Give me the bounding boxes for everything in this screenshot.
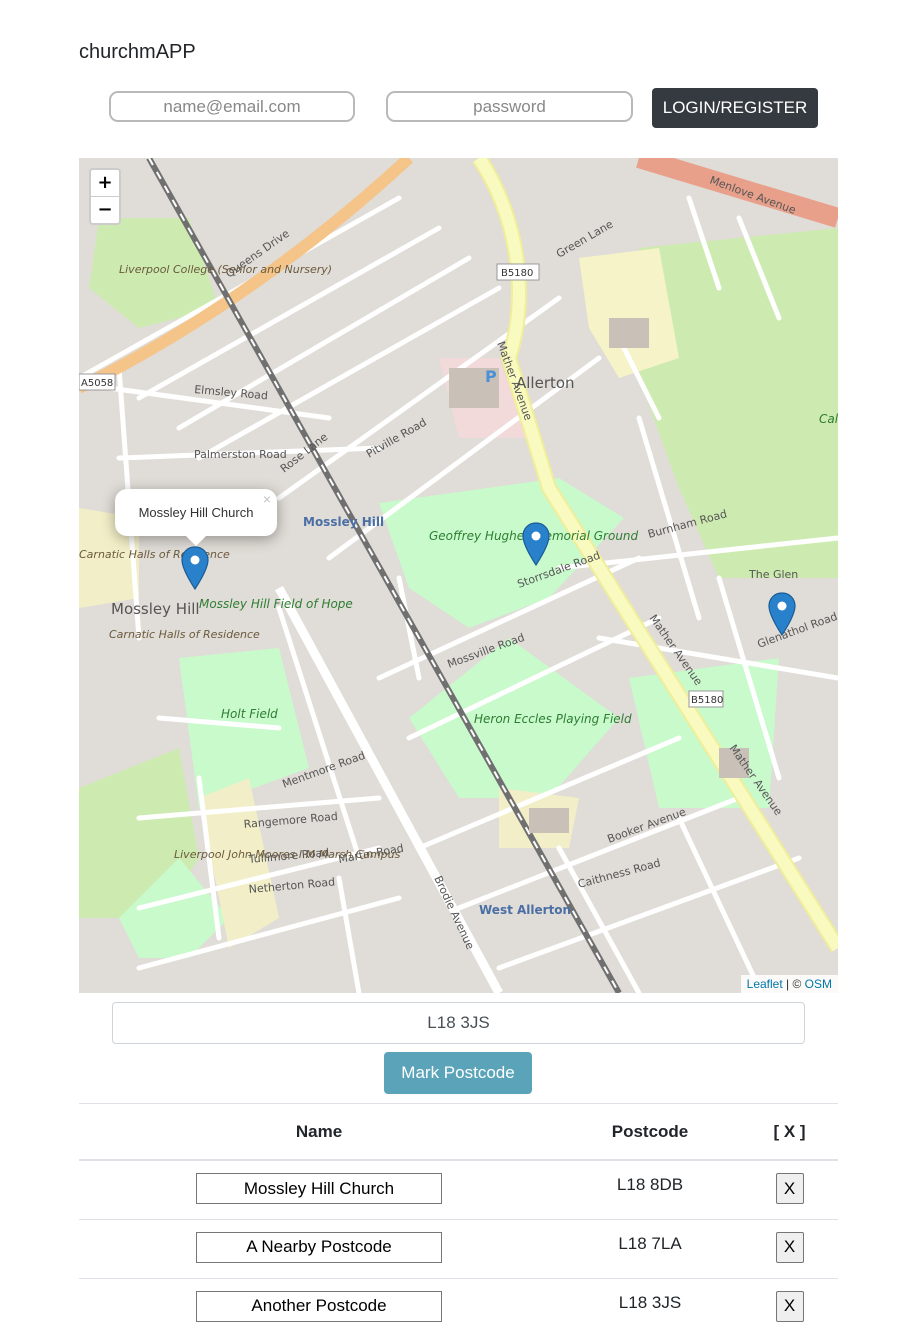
postcode-input[interactable] [112,1002,805,1044]
email-field[interactable] [109,91,355,122]
row-delete-button[interactable]: X [775,1173,804,1204]
table-row: L18 3JS X [79,1277,838,1337]
map-label-heron-eccles: Heron Eccles Playing Field [474,712,632,726]
map-label-palmerston-road: Palmerston Road [194,448,287,461]
row-name-input[interactable] [196,1290,442,1322]
map-label-mossley-hill-station: Mossley Hill [303,515,384,529]
zoom-control: + − [89,168,121,225]
map-label-liverpool-college: Liverpool College (Senior and Nursery) [119,263,332,276]
attribution-separator: | © [782,977,805,991]
map-label-a5058: A5058 [81,378,113,389]
places-table: Name Postcode [ X ] L18 8DB X L18 7LA X … [79,1103,838,1337]
popup-tip [186,536,206,546]
map-marker-nearby-postcode[interactable] [522,522,550,566]
map-label-ljmu-campus: Liverpool John Moores I M Marsh Campus [174,848,401,861]
table-row: L18 8DB X [79,1159,838,1219]
row-delete-button[interactable]: X [775,1231,804,1263]
map-label-parking: P [485,367,497,386]
row-postcode: L18 8DB [559,1159,741,1219]
map-marker-mossley-hill-church[interactable] [181,546,209,590]
osm-link[interactable]: OSM [805,977,832,991]
map-label-the-glen: The Glen [748,568,798,581]
map-label-allerton: Allerton [516,374,575,392]
mark-postcode-button[interactable]: Mark Postcode [384,1052,532,1094]
column-header-delete: [ X ] [741,1103,838,1161]
map[interactable]: Queens Drive Menlove Avenue Mather Avenu… [79,158,838,993]
app-brand: churchmAPP [79,41,196,63]
row-postcode: L18 3JS [559,1277,741,1337]
map-label-holt-field: Holt Field [221,707,278,721]
row-postcode: L18 7LA [559,1218,741,1278]
login-register-button[interactable]: LOGIN/REGISTER [652,88,818,128]
password-field[interactable] [386,91,633,122]
map-attribution: Leaflet | © OSM [740,975,838,993]
map-label-b5180-2: B5180 [691,695,723,706]
map-label-mossley-hill: Mossley Hill [111,600,200,618]
map-label-b5180: B5180 [501,268,533,279]
column-header-name: Name [79,1103,559,1161]
popup-close-icon[interactable]: × [263,476,271,523]
marker-popup: Mossley Hill Church × [115,489,277,546]
table-row: L18 7LA X [79,1218,838,1278]
zoom-out-button[interactable]: − [91,196,119,223]
column-header-postcode: Postcode [559,1103,741,1161]
leaflet-link[interactable]: Leaflet [747,977,783,991]
map-label-carnatic-halls-2: Carnatic Halls of Residence [109,628,260,641]
row-name-input[interactable] [196,1173,442,1204]
map-label-calderstones: Calde Pa [819,412,838,426]
map-label-west-allerton: West Allerton [479,903,571,917]
popup-text: Mossley Hill Church [138,505,254,520]
map-marker-another-postcode[interactable] [768,592,796,636]
row-name-input[interactable] [196,1231,442,1263]
table-header-row: Name Postcode [ X ] [79,1103,838,1161]
map-label-mossley-hill-field: Mossley Hill Field of Hope [199,597,353,611]
zoom-in-button[interactable]: + [91,170,119,196]
row-delete-button[interactable]: X [775,1290,804,1322]
